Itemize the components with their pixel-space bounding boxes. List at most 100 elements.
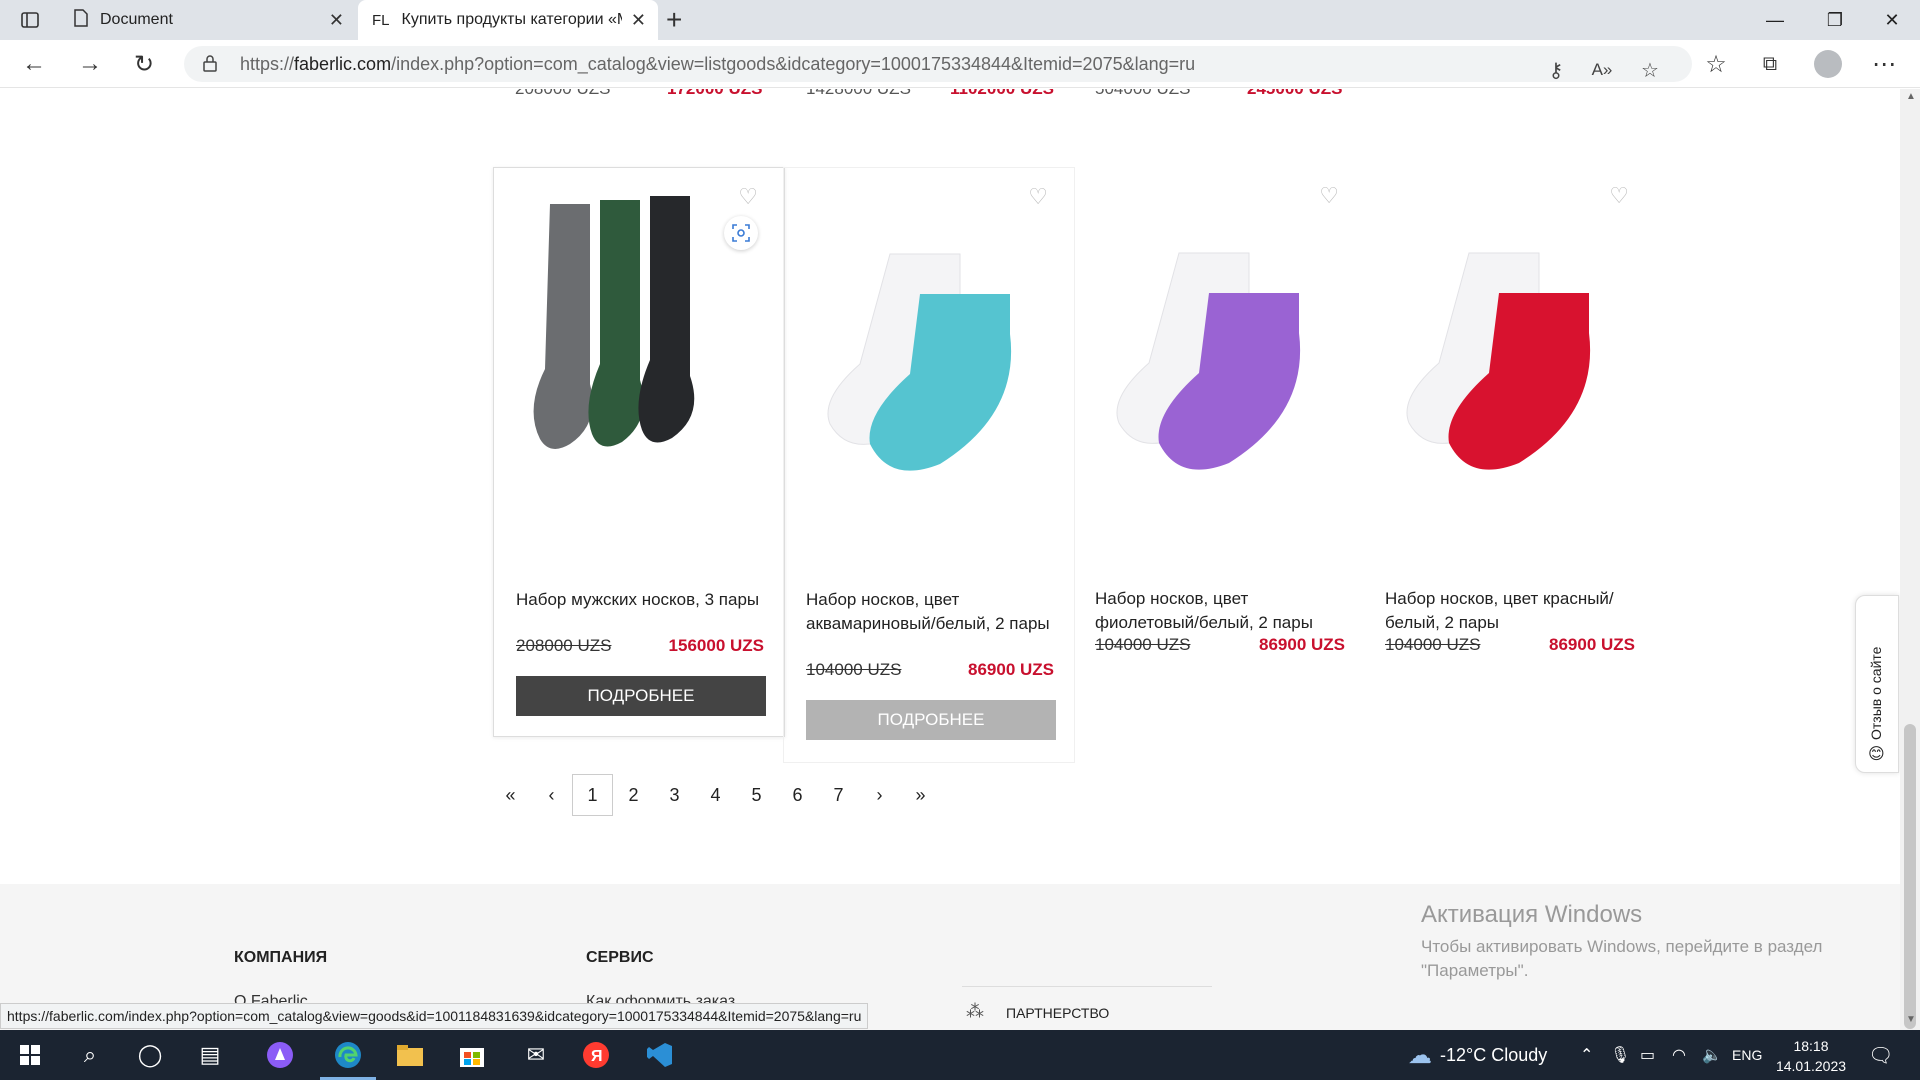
page-4[interactable]: 4 [695,774,736,816]
close-tab-icon[interactable]: ✕ [631,10,646,31]
url-text[interactable]: https://faberlic.com/index.php?option=co… [240,54,1195,75]
address-bar[interactable]: https://faberlic.com/index.php?option=co… [184,46,1692,82]
search-icon[interactable]: ⌕ [74,1039,106,1071]
minimize-icon[interactable]: — [1745,0,1805,40]
back-icon[interactable]: ← [18,48,50,80]
page-prev-button[interactable]: ‹ [531,774,572,816]
new-price: 156000 UZS [668,636,764,655]
refresh-icon[interactable]: ↻ [128,48,160,80]
prev-new-price: 172000 UZS [667,89,762,99]
product-title[interactable]: Набор мужских носков, 3 пары [516,588,776,612]
tab-faberlic[interactable]: FL Купить продукты категории «М ✕ [358,0,658,40]
file-explorer-icon[interactable] [394,1039,426,1071]
prev-new-price: 245000 UZS [1247,89,1342,99]
favorite-heart-icon[interactable]: ♡ [1609,183,1629,209]
product-image[interactable] [1379,183,1639,493]
collections-icon[interactable]: ⧉ [1754,48,1786,80]
notifications-icon[interactable]: 🗨 [1868,1030,1893,1080]
show-hidden-icons[interactable]: ⌃ [1580,1030,1593,1080]
task-view-icon[interactable]: ▤ [194,1039,226,1071]
add-favorite-icon[interactable]: ☆ [1634,54,1666,86]
close-tab-icon[interactable]: ✕ [329,10,344,31]
quick-view-icon[interactable] [724,216,758,250]
read-aloud-icon[interactable]: A» [1586,54,1618,86]
footer-partner-link[interactable]: ПАРТНЕРСТВО [1006,1005,1109,1021]
page-2[interactable]: 2 [613,774,654,816]
old-price: 208000 UZS [516,636,612,655]
weather-widget[interactable]: ☁ -12°C Cloudy [1408,1030,1547,1080]
taskbar: ⌕ ◯ ▤ ✉ Я ☁ -12°C Cloudy ⌃ 🎙 ▭ ◠ 🔈 ENG 1… [0,1030,1920,1080]
store-icon[interactable] [456,1039,488,1071]
old-price: 104000 UZS [1095,635,1191,654]
scroll-down-icon[interactable]: ▼ [1906,1014,1916,1025]
pagination: « ‹ 1 2 3 4 5 6 7 › » [490,774,941,816]
mail-icon[interactable]: ✉ [520,1039,552,1071]
favorite-heart-icon[interactable]: ♡ [1028,184,1048,210]
old-price: 104000 UZS [806,660,902,679]
start-windows-icon[interactable] [14,1039,46,1071]
product-image[interactable] [800,184,1060,494]
footer-divider [962,986,1212,987]
page-first-button[interactable]: « [490,774,531,816]
clock-date: 14.01.2023 [1775,1058,1847,1074]
forward-icon[interactable]: → [74,48,106,80]
prev-new-price: 1102000 UZS [950,89,1054,99]
new-price: 86900 UZS [1549,635,1635,654]
lock-icon[interactable] [202,54,218,77]
prev-old-price: 504000 UZS [1095,89,1190,99]
scroll-thumb[interactable] [1904,724,1916,1029]
page-5[interactable]: 5 [736,774,777,816]
clock[interactable]: 18:18 14.01.2023 [1766,1036,1856,1076]
tab-actions-icon[interactable] [16,8,44,32]
page-scrollbar[interactable]: ▲ ▼ [1900,89,1920,1030]
microphone-icon[interactable]: 🎙 [1610,1030,1630,1080]
product-card[interactable]: ♡ Набор носков, цвет аквамариновый/белый… [783,167,1075,763]
edge-browser-icon[interactable] [332,1039,364,1071]
alice-assistant-icon[interactable] [264,1039,296,1071]
yandex-browser-icon[interactable]: Я [580,1039,612,1071]
page-next-button[interactable]: › [859,774,900,816]
page-3[interactable]: 3 [654,774,695,816]
window-close-icon[interactable]: ✕ [1862,0,1920,40]
profile-avatar[interactable] [1814,50,1842,78]
vscode-icon[interactable] [644,1039,676,1071]
wifi-icon[interactable]: ◠ [1672,1030,1686,1080]
details-button[interactable]: ПОДРОБНЕЕ [806,700,1056,740]
product-title[interactable]: Набор носков, цвет аквамариновый/белый, … [806,588,1066,636]
volume-icon[interactable]: 🔈 [1702,1030,1722,1080]
battery-icon[interactable]: ▭ [1640,1030,1655,1080]
page-1[interactable]: 1 [572,774,613,816]
key-icon[interactable]: ⚷ [1540,54,1572,86]
site-feedback-tab[interactable]: Отзыв о сайте 😊 [1855,595,1899,773]
favorites-icon[interactable]: ☆ [1700,48,1732,80]
language-indicator[interactable]: ENG [1732,1030,1762,1080]
windows-activation-watermark: Активация Windows Чтобы активировать Win… [1421,901,1861,983]
page-6[interactable]: 6 [777,774,818,816]
favorite-heart-icon[interactable]: ♡ [738,184,758,210]
cortana-icon[interactable]: ◯ [134,1039,166,1071]
status-url: https://faberlic.com/index.php?option=co… [0,1003,869,1029]
tab-label: Document [100,11,173,28]
product-card[interactable]: ♡ Набор носков, цвет красный/белый, 2 па… [1363,167,1655,654]
product-image[interactable] [1089,183,1349,493]
site-favicon: FL [372,11,390,29]
page-last-button[interactable]: » [900,774,941,816]
scroll-up-icon[interactable]: ▲ [1906,91,1916,102]
product-card[interactable]: ♡ Набор мужских носков, 3 пары 208000 UZ… [493,167,785,737]
new-tab-icon[interactable]: + [666,4,682,36]
page-7[interactable]: 7 [818,774,859,816]
more-menu-icon[interactable]: ⋯ [1868,48,1900,80]
feedback-emoji-icon: 😊 [1868,746,1885,763]
activation-text: Чтобы активировать Windows, перейдите в … [1421,937,1823,980]
tab-document[interactable]: Document ✕ [60,0,356,40]
favorite-heart-icon[interactable]: ♡ [1319,183,1339,209]
restore-icon[interactable]: ❐ [1805,0,1865,40]
product-card[interactable]: ♡ Набор носков, цвет фиолетовый/белый, 2… [1073,167,1365,654]
new-price: 86900 UZS [1259,635,1345,654]
document-icon [74,8,88,32]
product-title[interactable]: Набор носков, цвет фиолетовый/белый, 2 п… [1095,587,1355,635]
partner-icon: ⁂ [966,1001,984,1021]
product-title[interactable]: Набор носков, цвет красный/белый, 2 пары [1385,587,1645,635]
details-button[interactable]: ПОДРОБНЕЕ [516,676,766,716]
new-price: 86900 UZS [968,660,1054,679]
